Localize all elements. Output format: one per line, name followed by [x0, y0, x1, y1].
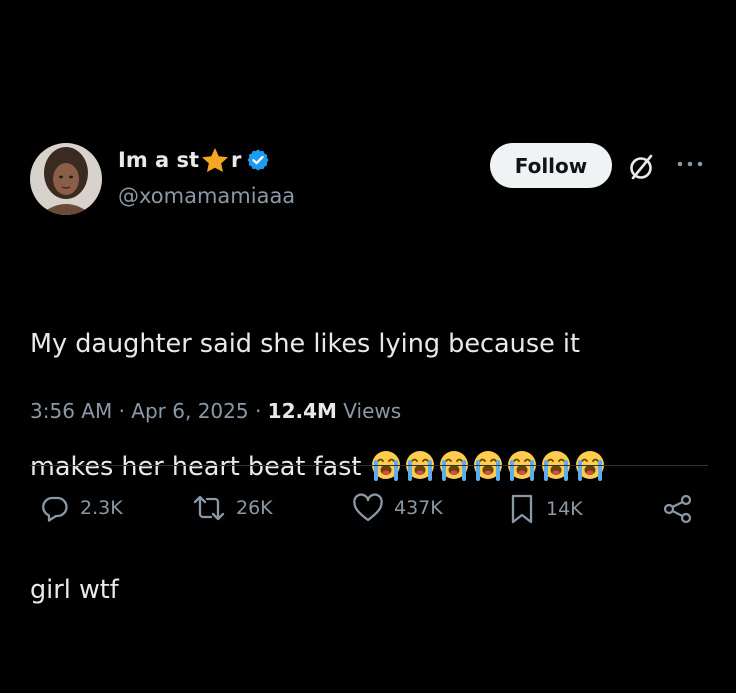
bookmark-icon — [508, 493, 536, 525]
bookmark-count: 14K — [546, 498, 583, 520]
display-name-text-end: r — [231, 148, 242, 172]
more-options-icon[interactable] — [674, 154, 706, 174]
tweet-text-segment: makes her heart beat fast — [30, 452, 362, 482]
meta-separator: · — [118, 399, 125, 423]
bookmark-button[interactable]: 14K — [508, 493, 583, 525]
avatar[interactable] — [30, 143, 102, 215]
repost-button[interactable]: 26K — [192, 493, 273, 523]
follow-button[interactable]: Follow — [490, 143, 612, 188]
reply-button[interactable]: 2.3K — [40, 493, 123, 523]
tweet-time[interactable]: 3:56 AM — [30, 399, 112, 423]
verified-badge-icon — [246, 148, 270, 172]
tweet-text-line: My daughter said she likes lying because… — [30, 329, 580, 359]
tweet-date[interactable]: Apr 6, 2025 — [131, 399, 248, 423]
meta-separator: · — [254, 399, 262, 423]
tweet-text-line: girl wtf — [30, 575, 119, 605]
divider — [30, 465, 708, 466]
grok-icon[interactable] — [624, 150, 658, 184]
share-button[interactable] — [662, 493, 694, 525]
user-handle[interactable]: @xomamamiaaa — [118, 184, 295, 208]
reply-icon — [40, 493, 70, 523]
like-count: 437K — [394, 497, 443, 519]
tweet-text-line: makes her heart beat fast — [30, 447, 710, 488]
reply-count: 2.3K — [80, 497, 123, 519]
tweet: Im a st r @xomamamiaaa Follow My daughte… — [0, 0, 736, 606]
tweet-text: My daughter said she likes lying because… — [30, 242, 710, 693]
display-name-text-start: Im a st — [118, 148, 200, 172]
repost-count: 26K — [236, 497, 273, 519]
like-button[interactable]: 437K — [352, 493, 443, 523]
repost-icon — [192, 493, 226, 523]
heart-icon — [352, 493, 384, 523]
tweet-meta: 3:56 AM · Apr 6, 2025 · 12.4M Views — [30, 399, 401, 423]
views-count[interactable]: 12.4M — [268, 399, 337, 423]
views-label: Views — [343, 399, 402, 423]
star-icon — [200, 147, 230, 173]
share-icon — [662, 493, 694, 525]
display-name[interactable]: Im a st r — [118, 147, 270, 173]
